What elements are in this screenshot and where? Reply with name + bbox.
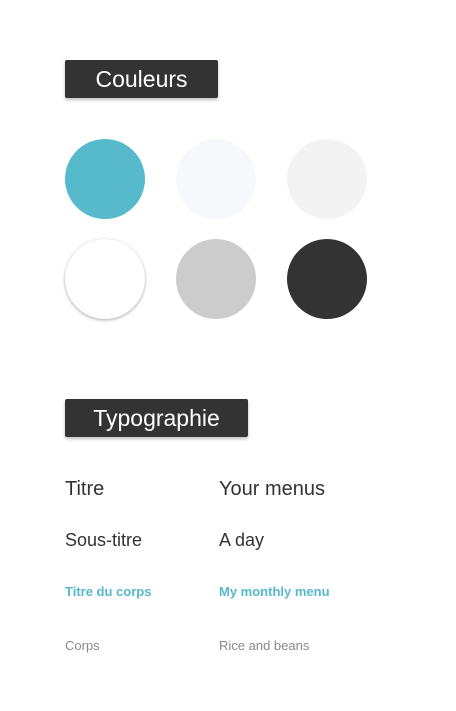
typo-subtitle-label: Sous-titre xyxy=(65,530,143,550)
typo-body-label: Corps xyxy=(65,638,100,653)
color-swatch-light-gray xyxy=(287,139,367,219)
color-swatch-ghost-white xyxy=(176,139,256,219)
typo-body-sample: Rice and beans xyxy=(219,638,310,653)
typo-body-title-label: Titre du corps xyxy=(65,584,152,599)
typo-subtitle-sample: A day xyxy=(219,530,265,550)
color-swatch-teal xyxy=(65,139,145,219)
typography-section-header: Typographie xyxy=(65,399,248,437)
color-swatch-white xyxy=(65,239,145,319)
color-swatch-charcoal xyxy=(287,239,367,319)
typo-title-label: Titre xyxy=(65,478,105,500)
typo-title-sample: Your menus xyxy=(219,478,325,500)
color-swatch-silver xyxy=(176,239,256,319)
typo-body-title-sample: My monthly menu xyxy=(219,584,330,599)
colors-section-header: Couleurs xyxy=(65,60,218,98)
style-guide-page: Couleurs Typographie Titre Your menus So… xyxy=(0,0,456,711)
